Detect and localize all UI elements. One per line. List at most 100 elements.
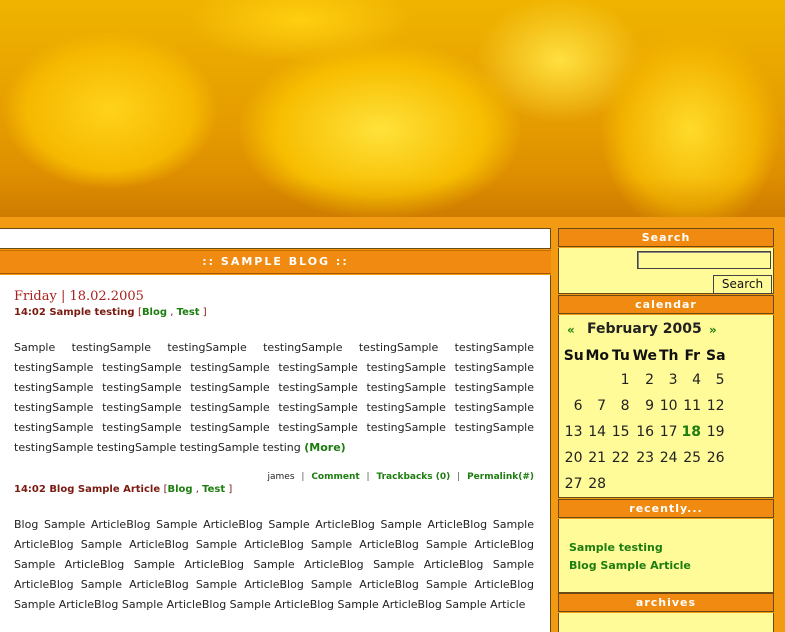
- calendar-weekdays: Su Mo Tu We Th Fr Sa: [562, 345, 728, 367]
- post-body: Blog Sample ArticleBlog Sample ArticleBl…: [14, 515, 534, 615]
- footer-separator: |: [301, 472, 305, 482]
- blog-title: :: SAMPLE BLOG ::: [202, 255, 349, 268]
- calendar-day: [704, 471, 728, 497]
- calendar-day: 26: [706, 450, 725, 466]
- recent-link[interactable]: Sample testing: [569, 541, 663, 554]
- recently-list: Sample testing Blog Sample Article: [559, 519, 773, 575]
- footer-separator: |: [457, 472, 461, 482]
- archives-header: archives: [558, 593, 774, 612]
- calendar-day: 17: [659, 424, 678, 440]
- calendar-weekday: Mo: [585, 348, 610, 364]
- calendar-week: 20 21 22 23 24 25 26: [562, 445, 728, 471]
- list-item[interactable]: Sample testing: [569, 539, 773, 557]
- calendar-header: calendar: [558, 295, 774, 314]
- comment-link[interactable]: Comment: [311, 472, 359, 482]
- search-header: Search: [558, 228, 774, 247]
- calendar-day: 9: [645, 398, 655, 414]
- post-title: 14:02 Blog Sample Article: [14, 484, 161, 495]
- calendar-day: [562, 367, 586, 393]
- post-body-text: Sample testingSample testingSample testi…: [14, 341, 534, 454]
- more-link[interactable]: (More): [304, 441, 345, 454]
- calendar-day: 22: [611, 450, 630, 466]
- calendar-day: [657, 471, 681, 497]
- post-header: 14:02 Sample testing [Blog , Test ]: [14, 307, 534, 318]
- recently-header: recently...: [558, 499, 774, 518]
- calendar-weekday: We: [632, 348, 658, 364]
- calendar-day: 19: [706, 424, 725, 440]
- calendar-day: 7: [597, 398, 607, 414]
- calendar-day[interactable]: 18: [681, 419, 705, 445]
- calendar-day: 4: [692, 372, 702, 388]
- post-title: 14:02 Sample testing: [14, 307, 135, 318]
- post-categories: [Blog , Test ]: [138, 307, 207, 318]
- calendar-day: 12: [706, 398, 725, 414]
- category-link-blog[interactable]: Blog: [142, 307, 167, 318]
- calendar-day: 15: [611, 424, 630, 440]
- calendar-day: 28: [588, 476, 607, 492]
- category-link-blog[interactable]: Blog: [168, 484, 193, 495]
- search-input[interactable]: [637, 251, 771, 269]
- calendar-nav: « February 2005 »: [559, 321, 775, 341]
- category-link-test[interactable]: Test: [202, 484, 225, 495]
- calendar-day: 24: [659, 450, 678, 466]
- archives-title: archives: [635, 596, 697, 609]
- calendar-day: 5: [715, 372, 725, 388]
- calendar-day: 2: [645, 372, 655, 388]
- calendar-day: 21: [588, 450, 607, 466]
- calendar-day: 27: [564, 476, 583, 492]
- calendar-day: [586, 367, 610, 393]
- trackbacks-link[interactable]: Trackbacks (0): [376, 472, 450, 482]
- calendar-day: 25: [683, 450, 702, 466]
- search-box: Search: [558, 248, 774, 294]
- recently-box: Sample testing Blog Sample Article: [558, 519, 774, 593]
- calendar-day: 11: [683, 398, 702, 414]
- calendar-week: 12345: [562, 367, 728, 393]
- post-body: Sample testingSample testingSample testi…: [14, 338, 534, 458]
- calendar-box: « February 2005 » Su Mo Tu We Th Fr Sa 1234567…: [558, 315, 774, 498]
- calendar-day: 23: [636, 450, 655, 466]
- list-item[interactable]: Blog Sample Article: [569, 557, 773, 575]
- header-banner-image: [0, 0, 785, 217]
- calendar-days: 1 2 3 4 5 6 7 8 9 10 11 12 13 14 15 16 17 18 19 20 21 22 23 24 2…: [562, 367, 728, 497]
- prev-month-icon[interactable]: «: [567, 323, 575, 337]
- post-header: 14:02 Blog Sample Article [Blog , Test ]: [14, 484, 534, 495]
- calendar-day: 1: [620, 372, 630, 388]
- calendar-day: 20: [564, 450, 583, 466]
- calendar-weekday: Sa: [706, 348, 726, 364]
- category-separator: ,: [195, 484, 199, 495]
- main-top-strip: [0, 228, 551, 249]
- footer-separator: |: [366, 472, 370, 482]
- search-title: Search: [641, 231, 691, 244]
- calendar-week: 13 14 15 16 17 18 19: [562, 419, 728, 445]
- calendar-day: 16: [636, 424, 655, 440]
- calendar-day: 13: [564, 424, 583, 440]
- calendar-week: 27 28: [562, 471, 728, 497]
- bracket-close: ]: [228, 484, 233, 495]
- calendar-month: February 2005: [587, 321, 702, 337]
- recently-title: recently...: [629, 502, 703, 515]
- archives-box: [558, 613, 774, 632]
- category-link-test[interactable]: Test: [177, 307, 200, 318]
- calendar-weekday: Su: [563, 348, 584, 364]
- calendar-day: 10: [659, 398, 678, 414]
- blog-title-bar: :: SAMPLE BLOG ::: [0, 250, 551, 274]
- search-button[interactable]: Search: [713, 275, 772, 294]
- calendar-day: 8: [620, 398, 630, 414]
- calendar-day: [633, 471, 657, 497]
- bracket-close: ]: [202, 307, 207, 318]
- category-separator: ,: [170, 307, 174, 318]
- recent-link[interactable]: Blog Sample Article: [569, 559, 691, 572]
- post-categories: [Blog , Test ]: [164, 484, 233, 495]
- calendar-grid: Su Mo Tu We Th Fr Sa 1 2 3 4 5 6 7 8 9 10 11 12 13 14 15 16 17…: [562, 345, 728, 497]
- calendar-day: [681, 471, 705, 497]
- calendar-week: 6 7 8 9 10 11 12: [562, 393, 728, 419]
- calendar-day: 14: [588, 424, 607, 440]
- next-month-icon[interactable]: »: [709, 323, 717, 337]
- calendar-title: calendar: [635, 298, 697, 311]
- permalink-link[interactable]: Permalink(#): [467, 472, 534, 482]
- calendar-weekday: Tu: [611, 348, 630, 364]
- calendar-weekday: Th: [659, 348, 679, 364]
- calendar-weekday: Fr: [684, 348, 701, 364]
- post-footer: james | Comment | Trackbacks (0) | Perma…: [14, 472, 535, 482]
- calendar-day: 6: [573, 398, 583, 414]
